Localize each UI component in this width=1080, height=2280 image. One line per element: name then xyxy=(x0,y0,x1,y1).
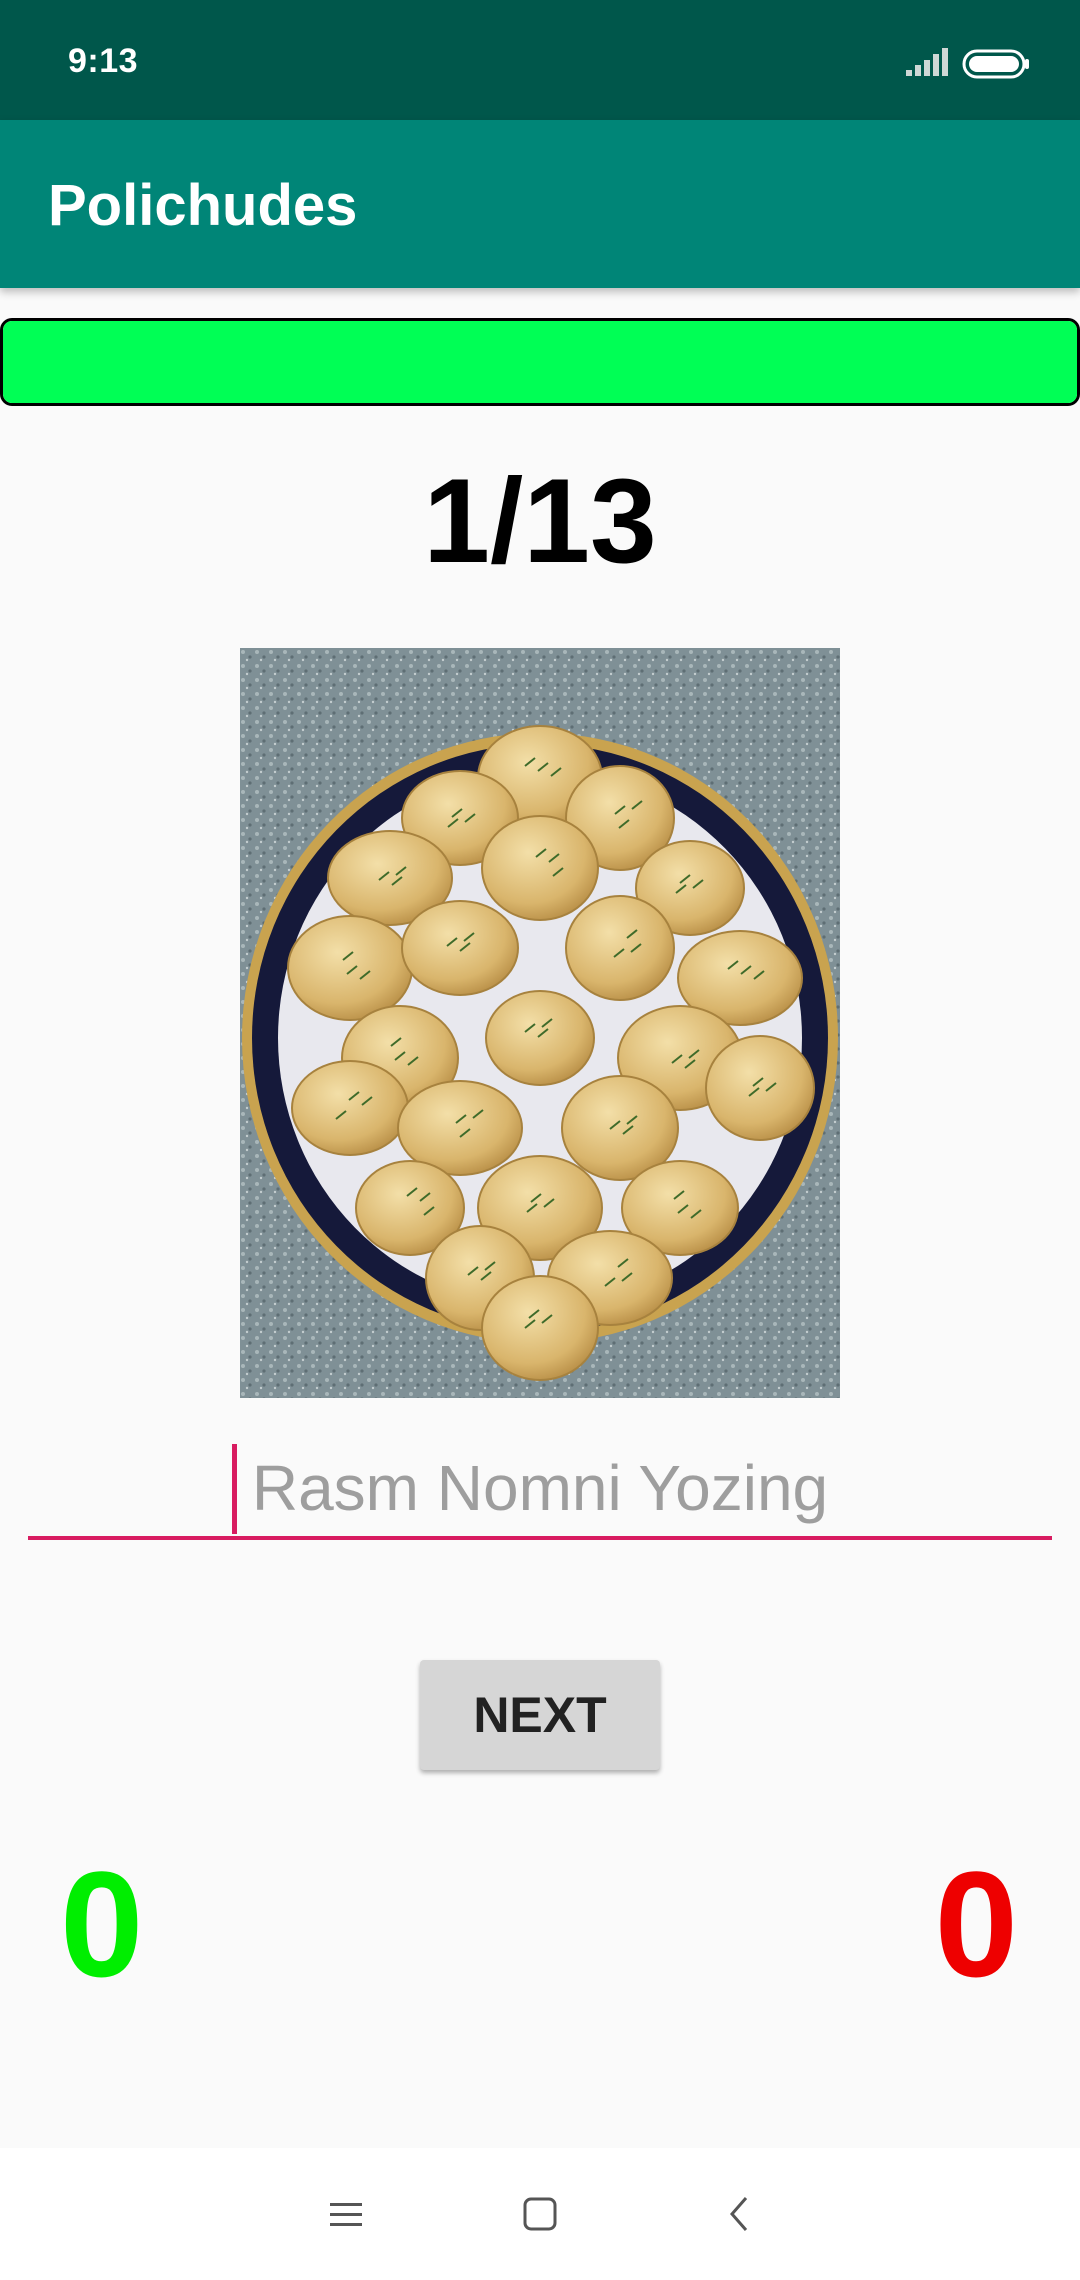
battery-icon xyxy=(962,49,1029,79)
home-icon[interactable] xyxy=(520,2194,560,2234)
dumpling xyxy=(291,1060,409,1156)
answer-input[interactable] xyxy=(28,1440,1052,1540)
progress-bar xyxy=(0,318,1080,406)
dumpling xyxy=(287,915,413,1021)
menu-icon[interactable] xyxy=(326,2194,366,2234)
navigation-bar xyxy=(0,2148,1080,2280)
dumpling xyxy=(481,815,599,921)
app-bar: Polichudes xyxy=(0,120,1080,288)
wrong-score: 0 xyxy=(934,1840,1018,2008)
dumplings-image xyxy=(240,648,840,1398)
correct-score: 0 xyxy=(60,1840,144,2008)
question-image xyxy=(240,648,840,1398)
progress-fill xyxy=(3,321,1077,403)
status-bar: 9:13 xyxy=(0,0,1080,120)
text-cursor xyxy=(232,1444,237,1534)
dumpling xyxy=(565,895,675,1001)
dumpling xyxy=(485,990,595,1086)
dumpling xyxy=(481,1275,599,1381)
app-title: Polichudes xyxy=(48,173,358,238)
dumpling xyxy=(401,900,519,996)
next-button[interactable]: NEXT xyxy=(420,1660,660,1770)
question-counter: 1/13 xyxy=(423,454,657,588)
signal-icon xyxy=(906,48,948,76)
dumpling xyxy=(705,1035,815,1141)
status-time: 9:13 xyxy=(68,42,139,80)
back-icon[interactable] xyxy=(720,2194,760,2234)
